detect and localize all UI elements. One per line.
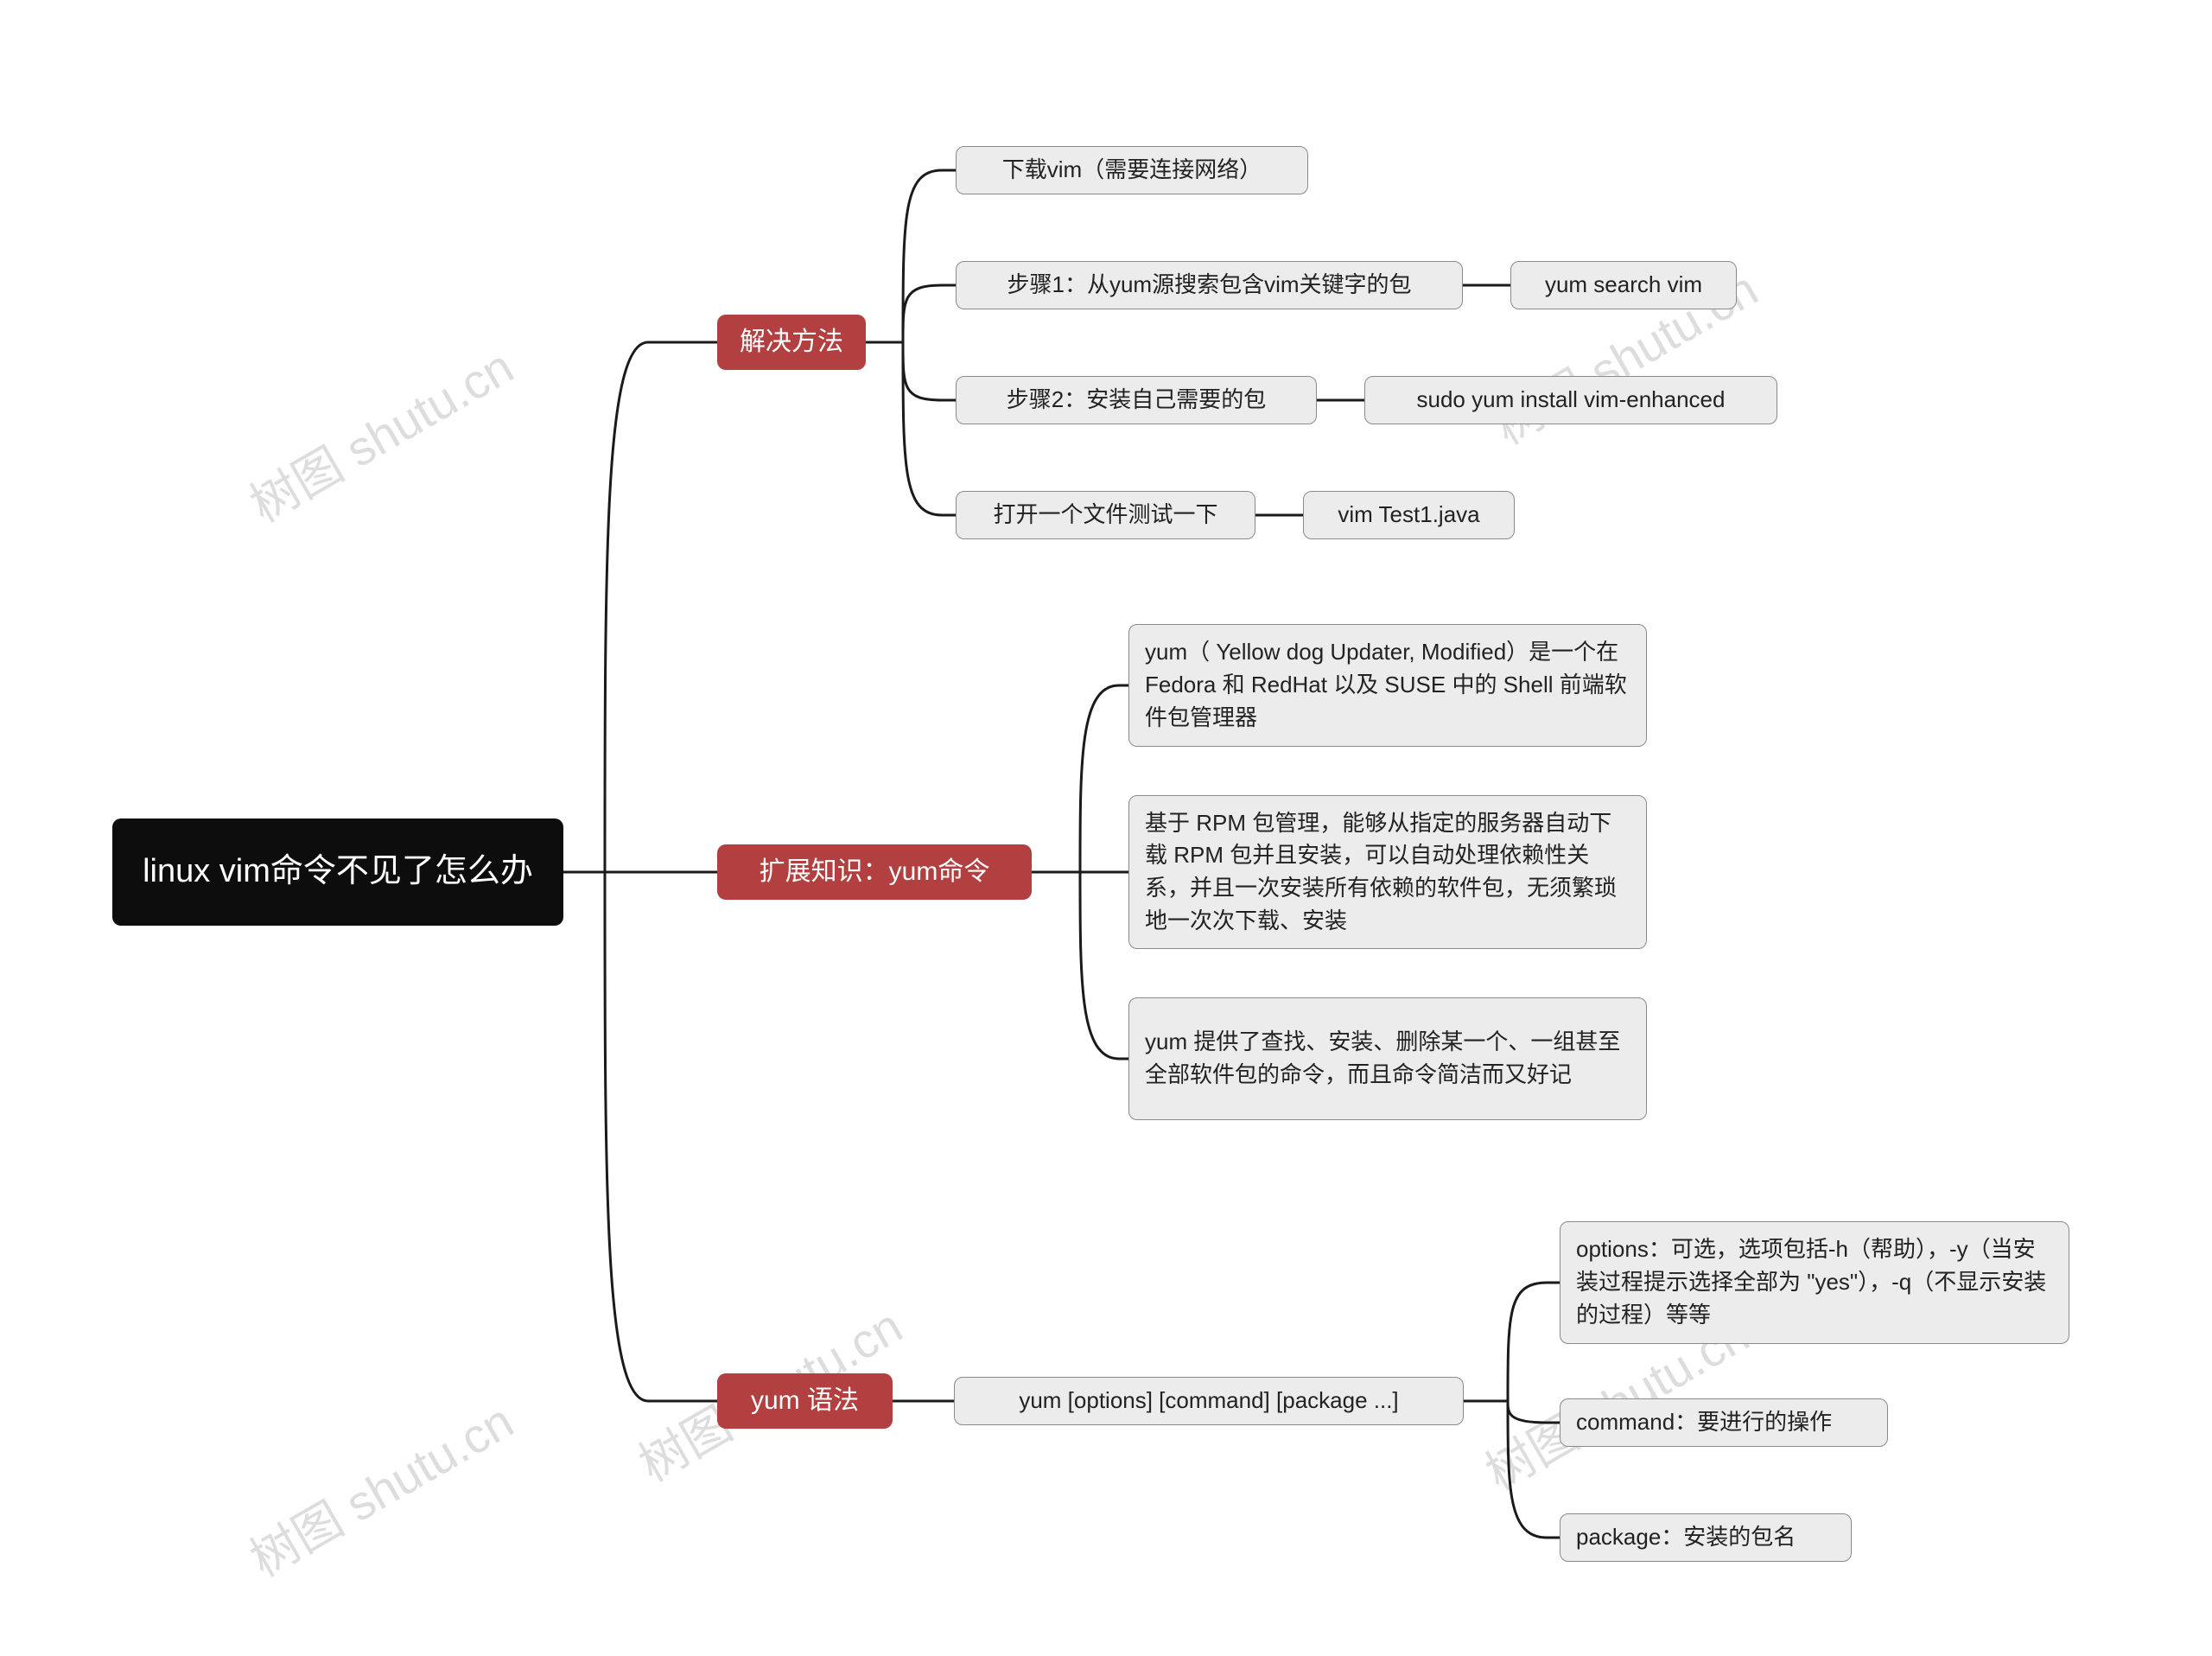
- leaf-extend-desc1[interactable]: yum（ Yellow dog Updater, Modified）是一个在 F…: [1128, 624, 1647, 747]
- leaf-solution-test-cmd[interactable]: vim Test1.java: [1303, 491, 1515, 539]
- leaf-syntax-command[interactable]: command：要进行的操作: [1560, 1398, 1888, 1447]
- leaf-extend-desc3[interactable]: yum 提供了查找、安装、删除某一个、一组甚至全部软件包的命令，而且命令简洁而又…: [1128, 997, 1647, 1120]
- root-node[interactable]: linux vim命令不见了怎么办: [112, 818, 563, 926]
- branch-solution[interactable]: 解决方法: [717, 315, 866, 370]
- leaf-solution-step2[interactable]: 步骤2：安装自己需要的包: [956, 376, 1317, 424]
- leaf-extend-desc2[interactable]: 基于 RPM 包管理，能够从指定的服务器自动下载 RPM 包并且安装，可以自动处…: [1128, 795, 1647, 949]
- leaf-solution-step1-cmd[interactable]: yum search vim: [1510, 261, 1737, 309]
- leaf-syntax-package[interactable]: package：安装的包名: [1560, 1513, 1852, 1562]
- leaf-solution-step2-cmd[interactable]: sudo yum install vim-enhanced: [1364, 376, 1777, 424]
- watermark: 树图 shutu.cn: [235, 329, 524, 537]
- watermark: 树图 shutu.cn: [235, 1384, 524, 1591]
- branch-extend[interactable]: 扩展知识：yum命令: [717, 844, 1032, 900]
- leaf-solution-test[interactable]: 打开一个文件测试一下: [956, 491, 1255, 539]
- branch-syntax[interactable]: yum 语法: [717, 1373, 893, 1429]
- leaf-solution-download[interactable]: 下载vim（需要连接网络）: [956, 146, 1308, 194]
- leaf-syntax-usage[interactable]: yum [options] [command] [package ...]: [954, 1377, 1464, 1425]
- leaf-syntax-options[interactable]: options：可选，选项包括-h（帮助），-y（当安装过程提示选择全部为 "y…: [1560, 1221, 2069, 1344]
- leaf-solution-step1[interactable]: 步骤1：从yum源搜索包含vim关键字的包: [956, 261, 1463, 309]
